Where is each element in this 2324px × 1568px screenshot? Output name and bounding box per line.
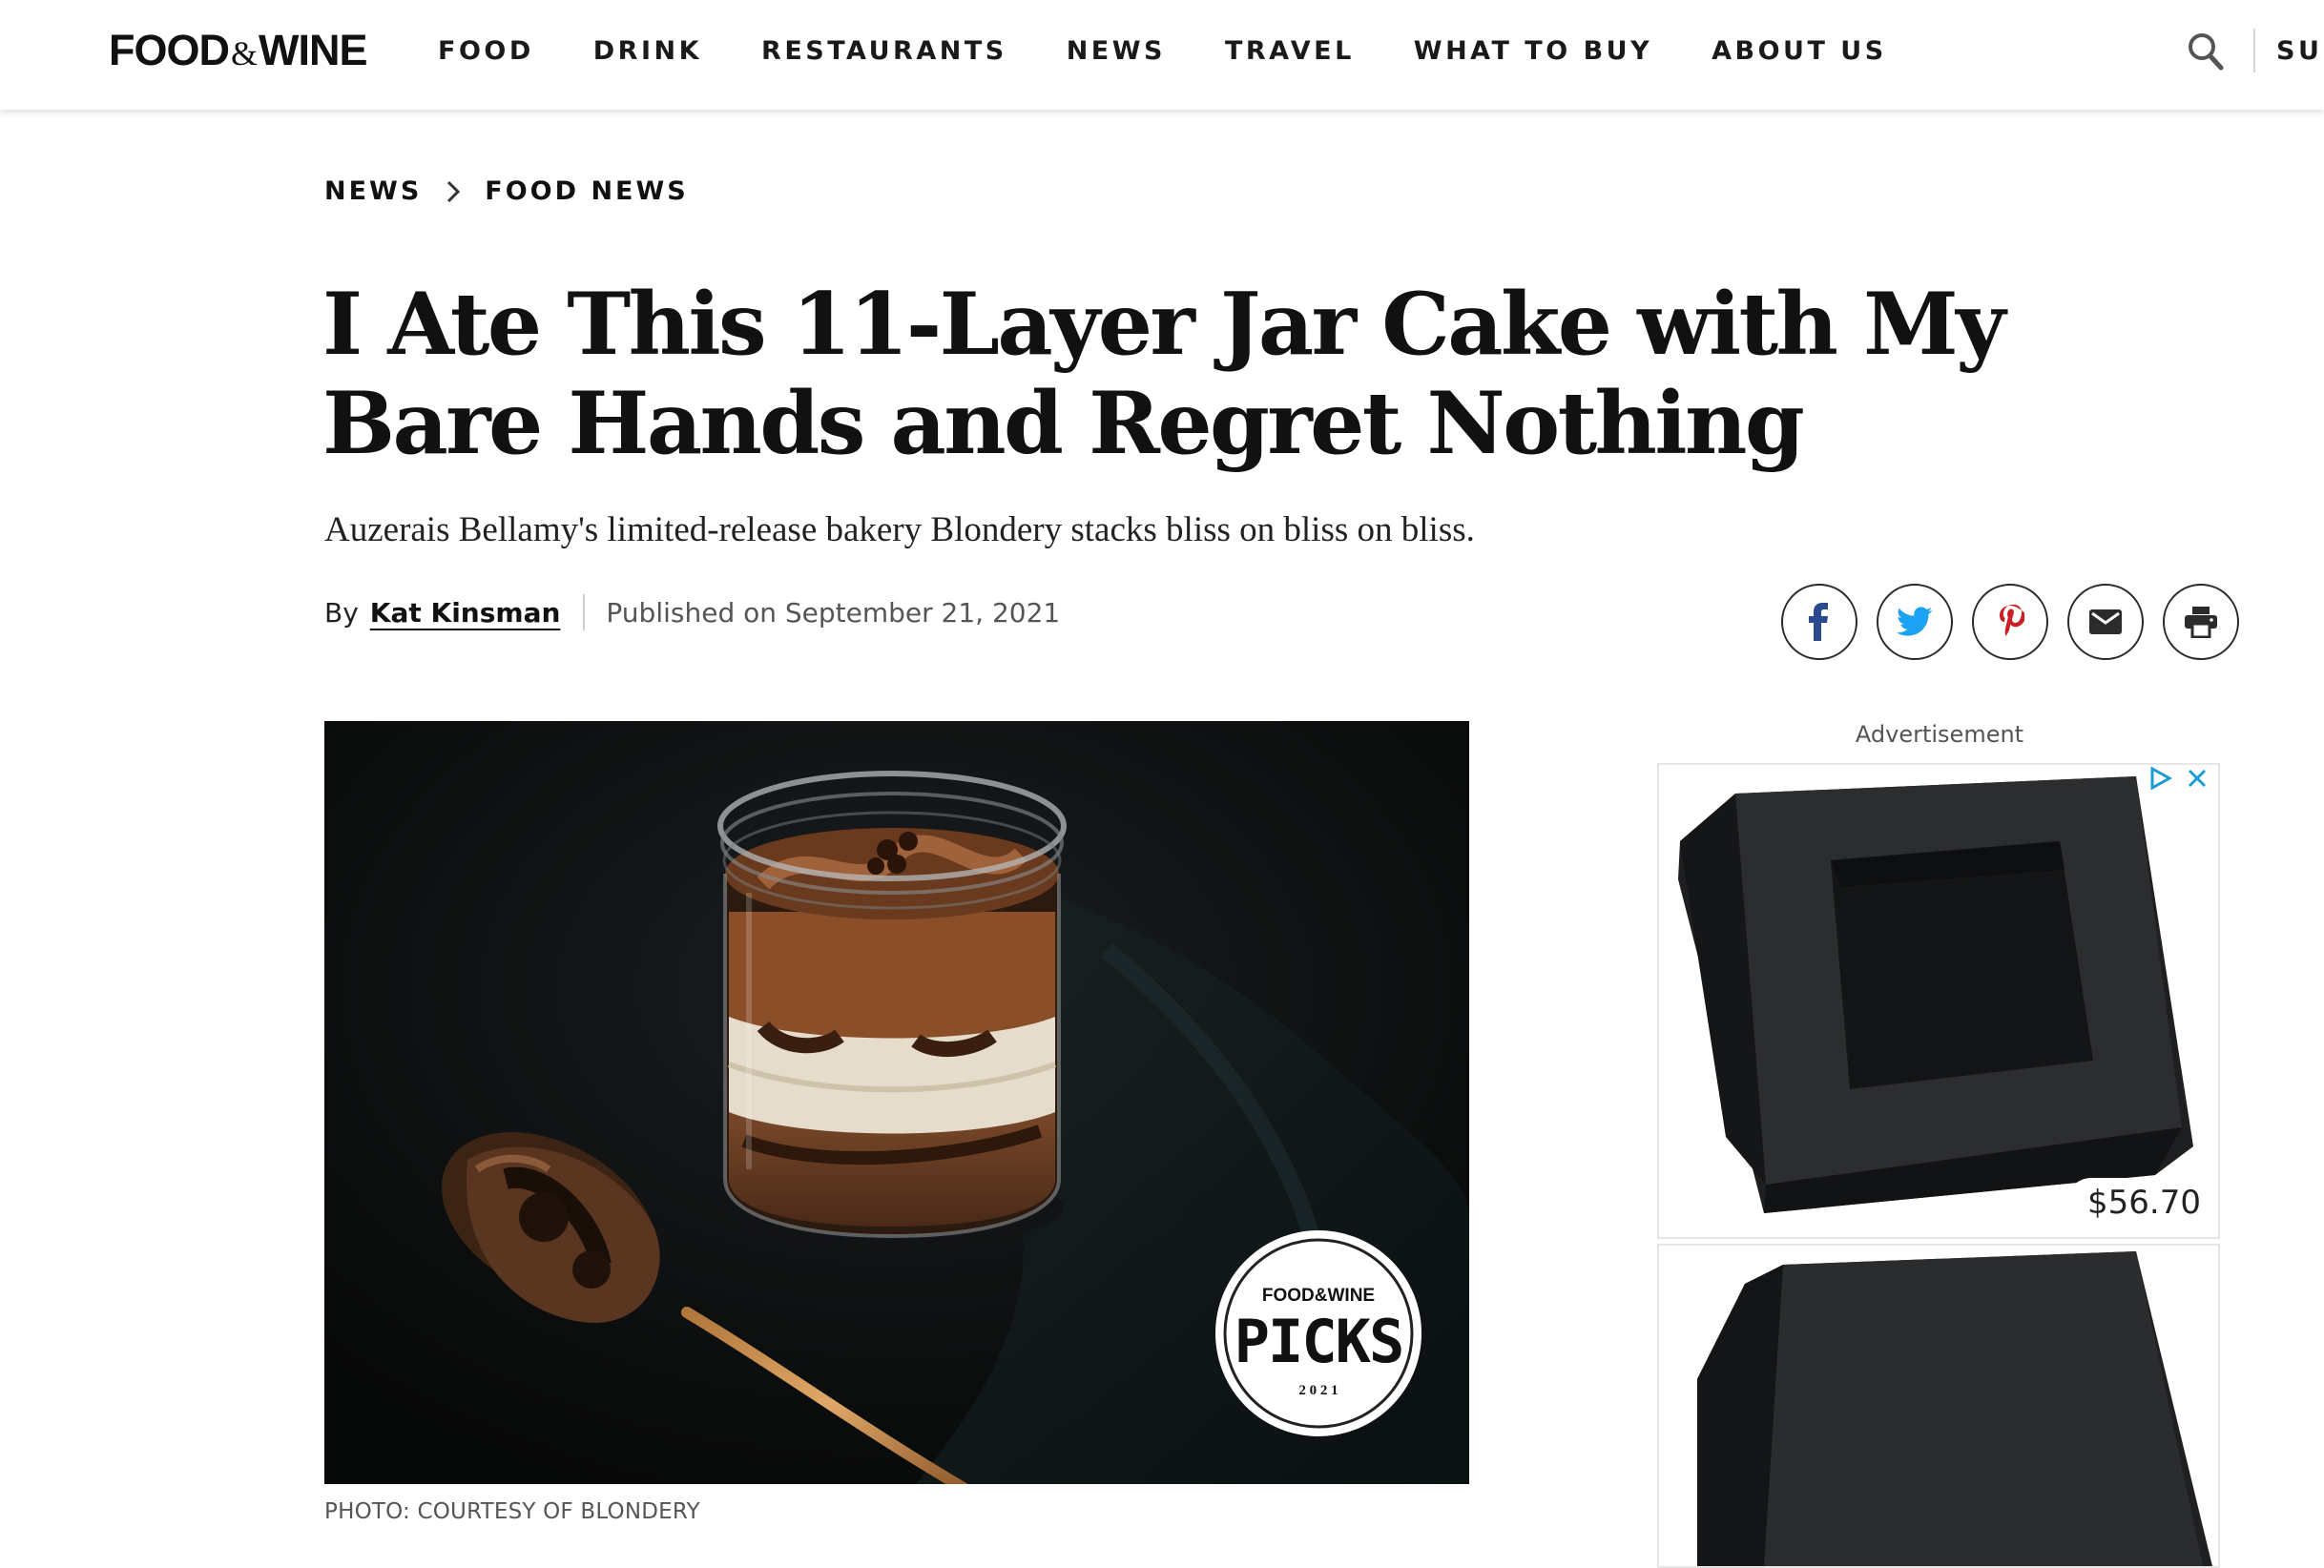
hero-image: FOOD&WINE PICKS 2 0 2 1 bbox=[324, 721, 1469, 1484]
ad-price-badge[interactable]: $56.70 bbox=[2066, 1178, 2218, 1228]
logo-food: FOOD bbox=[109, 26, 230, 74]
black-gift-box-image bbox=[1659, 765, 2218, 1237]
subscribe-link[interactable]: SUB bbox=[2276, 32, 2324, 71]
publish-date: Published on September 21, 2021 bbox=[606, 596, 1061, 629]
nav-about-us[interactable]: ABOUT US bbox=[1712, 32, 1887, 71]
search-icon bbox=[2189, 33, 2224, 71]
facebook-icon bbox=[1809, 603, 1828, 641]
print-icon bbox=[2185, 607, 2217, 638]
byline-divider bbox=[583, 594, 586, 630]
badge-year: 2 0 2 1 bbox=[1298, 1383, 1338, 1398]
ad-label: Advertisement bbox=[1855, 721, 2024, 748]
twitter-icon bbox=[1897, 607, 1933, 636]
nav-travel[interactable]: TRAVEL bbox=[1225, 32, 1355, 71]
image-caption: PHOTO: COURTESY OF BLONDERY bbox=[324, 1499, 700, 1524]
ad-choices-icon[interactable] bbox=[2148, 765, 2174, 792]
site-header: FOOD&WINE FOOD DRINK RESTAURANTS NEWS TR… bbox=[0, 0, 2324, 110]
picks-badge: FOOD&WINE PICKS 2 0 2 1 bbox=[1215, 1230, 1421, 1436]
badge-brand: FOOD&WINE bbox=[1262, 1286, 1375, 1306]
article-headline: I Ate This 11-Layer Jar Cake with My Bar… bbox=[322, 274, 2005, 474]
share-email-button[interactable] bbox=[2067, 584, 2144, 660]
header-divider bbox=[2253, 29, 2255, 72]
breadcrumb: NEWS FOOD NEWS bbox=[324, 173, 689, 211]
article-dek: Auzerais Bellamy's limited-release baker… bbox=[324, 510, 1475, 549]
black-box-image bbox=[1659, 1246, 2218, 1566]
breadcrumb-news[interactable]: NEWS bbox=[324, 173, 422, 211]
share-twitter-button[interactable] bbox=[1877, 584, 1953, 660]
byline-label: By bbox=[324, 596, 359, 629]
ad-product-card-2[interactable] bbox=[1657, 1244, 2220, 1568]
print-button[interactable] bbox=[2163, 584, 2239, 660]
jar-cake-photo: FOOD&WINE PICKS 2 0 2 1 bbox=[324, 721, 1469, 1484]
ad-close-icon[interactable] bbox=[2184, 765, 2210, 792]
share-pinterest-button[interactable] bbox=[1972, 584, 2048, 660]
logo-amp: & bbox=[231, 34, 258, 72]
site-logo[interactable]: FOOD&WINE bbox=[109, 22, 368, 79]
nav-news[interactable]: NEWS bbox=[1067, 32, 1166, 71]
nav-food[interactable]: FOOD bbox=[438, 32, 534, 71]
author-link[interactable]: Kat Kinsman bbox=[370, 597, 561, 629]
breadcrumb-food-news[interactable]: FOOD NEWS bbox=[485, 173, 688, 211]
logo-wine: WINE bbox=[259, 26, 367, 74]
email-icon bbox=[2089, 609, 2122, 634]
ad-product-card[interactable]: $56.70 bbox=[1657, 763, 2220, 1239]
social-share-bar bbox=[1781, 584, 2258, 660]
share-facebook-button[interactable] bbox=[1781, 584, 1857, 660]
badge-title: PICKS bbox=[1235, 1307, 1403, 1376]
byline: By Kat Kinsman Published on September 21… bbox=[324, 593, 1060, 631]
main-nav: FOOD DRINK RESTAURANTS NEWS TRAVEL WHAT … bbox=[438, 32, 1946, 71]
nav-restaurants[interactable]: RESTAURANTS bbox=[761, 32, 1007, 71]
nav-drink[interactable]: DRINK bbox=[593, 32, 702, 71]
chevron-right-icon bbox=[447, 180, 461, 203]
nav-what-to-buy[interactable]: WHAT TO BUY bbox=[1414, 32, 1652, 71]
pinterest-icon bbox=[2000, 604, 2024, 636]
search-button[interactable] bbox=[2187, 31, 2225, 72]
